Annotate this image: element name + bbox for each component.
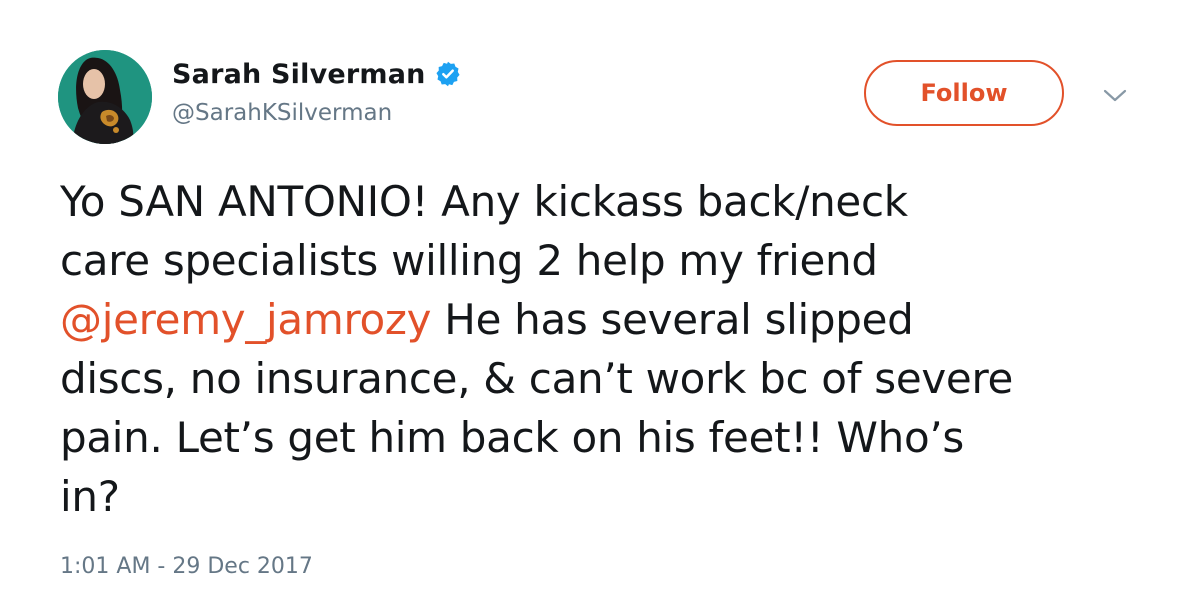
tweet-text-segment: pain. Let’s get him back on his feet!! W… — [60, 413, 964, 462]
tweet-timestamp[interactable]: 1:01 AM - 29 Dec 2017 — [60, 554, 313, 579]
tweet-line: pain. Let’s get him back on his feet!! W… — [60, 408, 1160, 467]
tweet-card: Sarah Silverman @SarahKSilverman Follow … — [0, 0, 1200, 596]
author-block: Sarah Silverman @SarahKSilverman — [172, 54, 462, 126]
tweet-line: in? — [60, 467, 1160, 526]
name-row: Sarah Silverman — [172, 54, 462, 94]
tweet-text-segment: Yo SAN ANTONIO! Any kickass back/neck — [60, 177, 908, 226]
tweet-line: care specialists willing 2 help my frien… — [60, 231, 1160, 290]
tweet-line: Yo SAN ANTONIO! Any kickass back/neck — [60, 172, 1160, 231]
tweet-text-segment: He has several slipped — [431, 295, 914, 344]
user-handle[interactable]: @SarahKSilverman — [172, 100, 462, 126]
tweet-line: discs, no insurance, & can’t work bc of … — [60, 349, 1160, 408]
display-name[interactable]: Sarah Silverman — [172, 59, 426, 90]
tweet-text-segment: in? — [60, 472, 120, 521]
tweet-text-segment: discs, no insurance, & can’t work bc of … — [60, 354, 1014, 403]
tweet-line: @jeremy_jamrozy He has several slipped — [60, 290, 1160, 349]
mention-link[interactable]: @jeremy_jamrozy — [60, 295, 432, 344]
chevron-down-icon[interactable] — [1100, 84, 1130, 108]
avatar-image — [58, 50, 152, 144]
tweet-text: Yo SAN ANTONIO! Any kickass back/neck ca… — [60, 172, 1160, 526]
verified-badge-icon — [434, 60, 462, 88]
tweet-text-segment: care specialists willing 2 help my frien… — [60, 236, 878, 285]
follow-button[interactable]: Follow — [864, 60, 1064, 126]
avatar[interactable] — [58, 50, 152, 144]
